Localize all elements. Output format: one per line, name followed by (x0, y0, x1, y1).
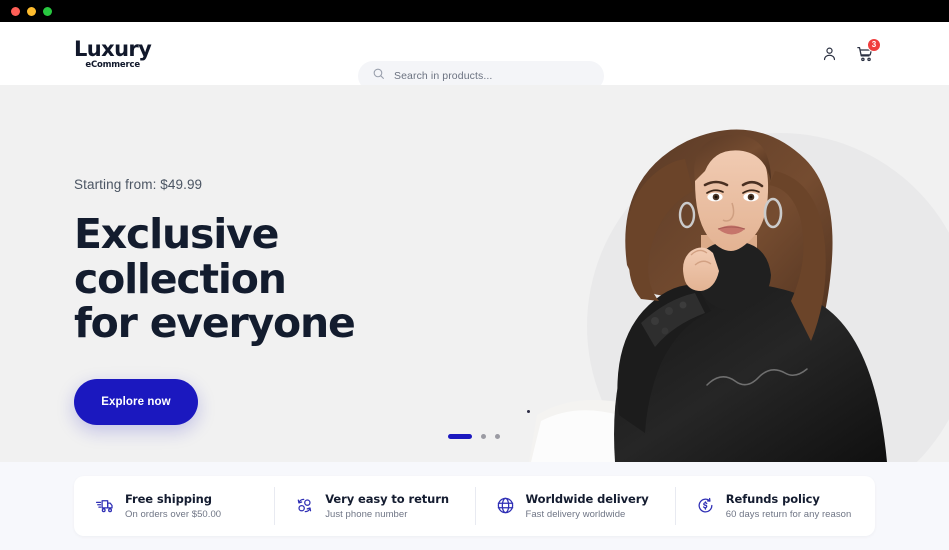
feature-subtitle: Fast delivery worldwide (525, 508, 626, 520)
minimize-window-button[interactable] (27, 6, 36, 16)
user-icon (821, 47, 838, 66)
carousel-dot-2[interactable] (481, 434, 486, 439)
hero-eyebrow: Starting from: $49.99 (74, 177, 203, 192)
search-placeholder-text: Search in products... (394, 70, 493, 82)
feature-text: Free shipping On orders over $50.00 (125, 492, 221, 520)
window-titlebar (0, 0, 949, 22)
maximize-window-button[interactable] (43, 6, 52, 16)
hero-copy: Starting from: $49.99 Exclusive collecti… (74, 177, 530, 426)
feature-free-shipping[interactable]: Free shipping On orders over $50.00 (74, 476, 274, 536)
feature-title: Refunds policy (725, 491, 820, 506)
feature-subtitle: 60 days return for any reason (725, 508, 852, 520)
hero-carousel-dots (448, 434, 500, 439)
page-title: Exclusive collection for everyone (74, 212, 494, 346)
delivery-truck-icon (95, 496, 114, 515)
cart-count-badge: 3 (867, 37, 881, 52)
refund-dollar-icon (696, 496, 715, 515)
hero-title-line-1: Exclusive collection (74, 210, 287, 303)
feature-text: Worldwide delivery Fast delivery worldwi… (526, 492, 649, 520)
account-button[interactable] (821, 45, 838, 62)
globe-icon (496, 496, 515, 515)
feature-worldwide-delivery[interactable]: Worldwide delivery Fast delivery worldwi… (474, 476, 675, 536)
site-logo[interactable]: Luxury eCommerce (74, 36, 152, 70)
hero-title-line-2: for everyone (74, 299, 356, 348)
feature-title: Free shipping (125, 491, 212, 506)
logo-primary-text: Luxury (74, 36, 152, 61)
return-arrows-icon (295, 496, 314, 515)
close-window-button[interactable] (11, 6, 20, 16)
feature-easy-return[interactable]: Very easy to return Just phone number (274, 476, 474, 536)
feature-text: Very easy to return Just phone number (325, 492, 449, 520)
feature-subtitle: On orders over $50.00 (125, 508, 222, 520)
features-card: Free shipping On orders over $50.00 Very… (74, 475, 875, 536)
shopping-cart-icon (856, 46, 874, 67)
carousel-dot-3[interactable] (495, 434, 500, 439)
hero-banner: Starting from: $49.99 Exclusive collecti… (0, 85, 949, 462)
feature-refunds-policy[interactable]: Refunds policy 60 days return for any re… (674, 476, 875, 536)
logo-secondary-text: eCommerce (85, 59, 140, 70)
features-band: Free shipping On orders over $50.00 Very… (0, 462, 949, 550)
search-icon (372, 67, 385, 85)
site-header: Luxury eCommerce Search in products... 3 (0, 22, 949, 91)
feature-title: Very easy to return (325, 491, 449, 506)
cart-button[interactable]: 3 (856, 37, 881, 63)
feature-title: Worldwide delivery (525, 491, 649, 506)
feature-subtitle: Just phone number (325, 508, 408, 520)
header-actions: 3 (821, 37, 881, 63)
carousel-dot-1[interactable] (448, 434, 472, 439)
explore-now-button[interactable]: Explore now (74, 379, 198, 426)
hero-product-image (519, 85, 949, 462)
feature-text: Refunds policy 60 days return for any re… (726, 492, 852, 520)
